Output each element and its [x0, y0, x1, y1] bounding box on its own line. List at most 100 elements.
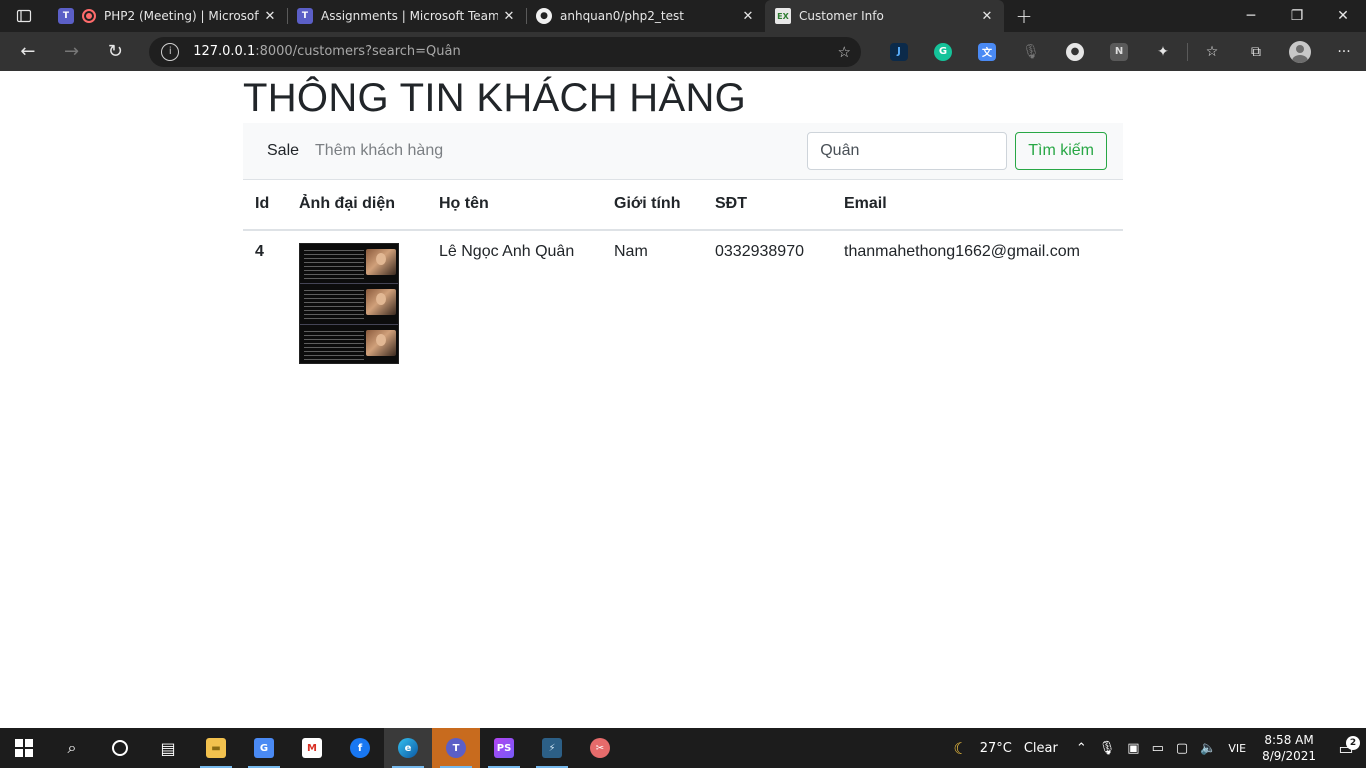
- address-bar[interactable]: i 127.0.0.1:8000/customers?search=Quân ☆: [149, 36, 861, 67]
- edge-button[interactable]: e: [384, 728, 432, 768]
- column-header-id: Id: [243, 179, 287, 231]
- cell-phone: 0332938970: [703, 229, 832, 376]
- snipping-tool-button[interactable]: ✂: [576, 728, 624, 768]
- browser-toolbar: ← → ↻ i 127.0.0.1:8000/customers?search=…: [0, 32, 1366, 71]
- avatar-divider: [300, 282, 398, 284]
- tab-actions-button[interactable]: [0, 0, 48, 32]
- volume-icon[interactable]: 🔈: [1194, 741, 1222, 756]
- info-icon[interactable]: i: [161, 42, 180, 61]
- address-host: 127.0.0.1: [193, 44, 256, 59]
- translate-icon: G: [254, 738, 274, 758]
- gmail-icon: M: [302, 738, 322, 758]
- github-icon: ●: [536, 8, 552, 24]
- language-indicator[interactable]: VIE: [1222, 742, 1252, 755]
- tab-title: anhquan0/php2_test: [560, 9, 684, 23]
- weather-moon-icon[interactable]: ☾: [947, 739, 973, 758]
- browser-tab-teams-meeting[interactable]: T PHP2 (Meeting) | Microsoft Teams ✕: [48, 0, 287, 32]
- customer-avatar-image: [299, 242, 399, 364]
- chevron-up-icon[interactable]: ⌃: [1064, 741, 1093, 756]
- search-button[interactable]: Tìm kiếm: [1015, 132, 1107, 170]
- notification-center-button[interactable]: ▭ 2: [1326, 735, 1366, 758]
- search-input[interactable]: [807, 132, 1008, 170]
- cell-avatar: [287, 229, 427, 376]
- start-button[interactable]: [0, 728, 48, 768]
- cortana-button[interactable]: [96, 728, 144, 768]
- windows-icon: [15, 739, 33, 757]
- customer-table: Id Ảnh đại diện Họ tên Giới tính SĐT Ema…: [243, 179, 1123, 376]
- address-path: :8000/customers?search=Quân: [255, 44, 461, 59]
- more-menu-button[interactable]: ···: [1322, 36, 1366, 68]
- navbar: Sale Thêm khách hàng Tìm kiếm: [243, 123, 1123, 179]
- puzzle-icon: ✦: [1157, 43, 1169, 60]
- extension-j-button[interactable]: J: [877, 36, 921, 68]
- cell-email: thanmahethong1662@gmail.com: [832, 229, 1123, 376]
- microphone-icon[interactable]: 🎙: [1093, 741, 1122, 756]
- new-tab-button[interactable]: +: [1004, 0, 1044, 32]
- minimize-icon[interactable]: ─: [1228, 0, 1274, 32]
- translate-icon: 文: [978, 42, 996, 61]
- camera-icon[interactable]: ▣: [1121, 741, 1145, 756]
- column-header-email: Email: [832, 179, 1123, 231]
- extensions-row: J G 文 🎙 ● N ✦ ☆ ⧉ ···: [877, 36, 1366, 68]
- extension-circle-button[interactable]: ●: [1053, 36, 1097, 68]
- teams-taskbar-button[interactable]: T: [432, 728, 480, 768]
- avatar-panel: [304, 328, 396, 362]
- search-taskbar-button[interactable]: ⌕: [48, 728, 96, 768]
- translate-app-button[interactable]: G: [240, 728, 288, 768]
- toolbar-divider: [1187, 42, 1188, 61]
- mysql-workbench-button[interactable]: ⚡: [528, 728, 576, 768]
- navbar-brand[interactable]: Sale: [267, 142, 299, 160]
- page-container: THÔNG TIN KHÁCH HÀNG Sale Thêm khách hàn…: [243, 71, 1123, 376]
- add-favorite-icon[interactable]: ☆: [838, 43, 851, 61]
- back-button[interactable]: ←: [6, 36, 50, 68]
- weather-temperature[interactable]: 27°C: [974, 741, 1018, 756]
- browser-tab-teams-assignments[interactable]: T Assignments | Microsoft Teams ✕: [287, 0, 526, 32]
- extensions-button[interactable]: ✦: [1141, 36, 1185, 68]
- forward-button[interactable]: →: [50, 36, 94, 68]
- close-icon[interactable]: ✕: [737, 9, 759, 24]
- teams-icon: T: [297, 8, 313, 24]
- snipping-tool-icon: ✂: [590, 738, 610, 758]
- file-explorer-button[interactable]: ▬: [192, 728, 240, 768]
- page-title: THÔNG TIN KHÁCH HÀNG: [243, 76, 747, 120]
- network-icon[interactable]: ▢: [1170, 741, 1194, 756]
- column-header-name: Họ tên: [427, 179, 602, 231]
- extension-j-icon: J: [890, 42, 908, 61]
- tab-title: PHP2 (Meeting) | Microsoft Teams: [104, 9, 259, 23]
- close-icon[interactable]: ✕: [259, 9, 281, 24]
- browser-tab-github[interactable]: ● anhquan0/php2_test ✕: [526, 0, 765, 32]
- notion-button[interactable]: N: [1097, 36, 1141, 68]
- translate-button[interactable]: 文: [965, 36, 1009, 68]
- tab-title: Assignments | Microsoft Teams: [321, 9, 498, 23]
- window-close-icon[interactable]: ✕: [1320, 0, 1366, 32]
- add-customer-link[interactable]: Thêm khách hàng: [315, 142, 443, 160]
- collections-button[interactable]: ⧉: [1234, 36, 1278, 68]
- column-header-avatar: Ảnh đại diện: [287, 179, 427, 231]
- microphone-extension-button[interactable]: 🎙: [1009, 36, 1053, 68]
- restore-icon[interactable]: ❐: [1274, 0, 1320, 32]
- grammarly-button[interactable]: G: [921, 36, 965, 68]
- system-tray: ☾ 27°C Clear ⌃ 🎙 ▣ ▭ ▢ 🔈 VIE 8:58 AM 8/9…: [947, 728, 1366, 768]
- close-icon[interactable]: ✕: [498, 9, 520, 24]
- gmail-button[interactable]: M: [288, 728, 336, 768]
- weather-condition[interactable]: Clear: [1018, 741, 1064, 756]
- refresh-button[interactable]: ↻: [93, 36, 137, 68]
- search-icon: ⌕: [67, 738, 77, 757]
- tab-actions-icon: [16, 9, 32, 23]
- battery-icon[interactable]: ▭: [1146, 741, 1170, 756]
- favorites-button[interactable]: ☆: [1190, 36, 1234, 68]
- profile-button[interactable]: [1278, 36, 1322, 68]
- close-icon[interactable]: ✕: [976, 9, 998, 24]
- search-form: Tìm kiếm: [807, 132, 1107, 170]
- laravel-icon: EX: [775, 8, 791, 24]
- browser-tab-customer-info[interactable]: EX Customer Info ✕: [765, 0, 1004, 32]
- cell-gender: Nam: [602, 229, 703, 376]
- clock[interactable]: 8:58 AM 8/9/2021: [1252, 732, 1326, 764]
- favorites-icon: ☆: [1205, 43, 1219, 60]
- task-view-button[interactable]: ▤: [144, 728, 192, 768]
- facebook-button[interactable]: f: [336, 728, 384, 768]
- phpstorm-button[interactable]: PS: [480, 728, 528, 768]
- microphone-icon: 🎙: [1022, 43, 1040, 60]
- folder-icon: ▬: [206, 738, 226, 758]
- tab-separator: [287, 8, 288, 24]
